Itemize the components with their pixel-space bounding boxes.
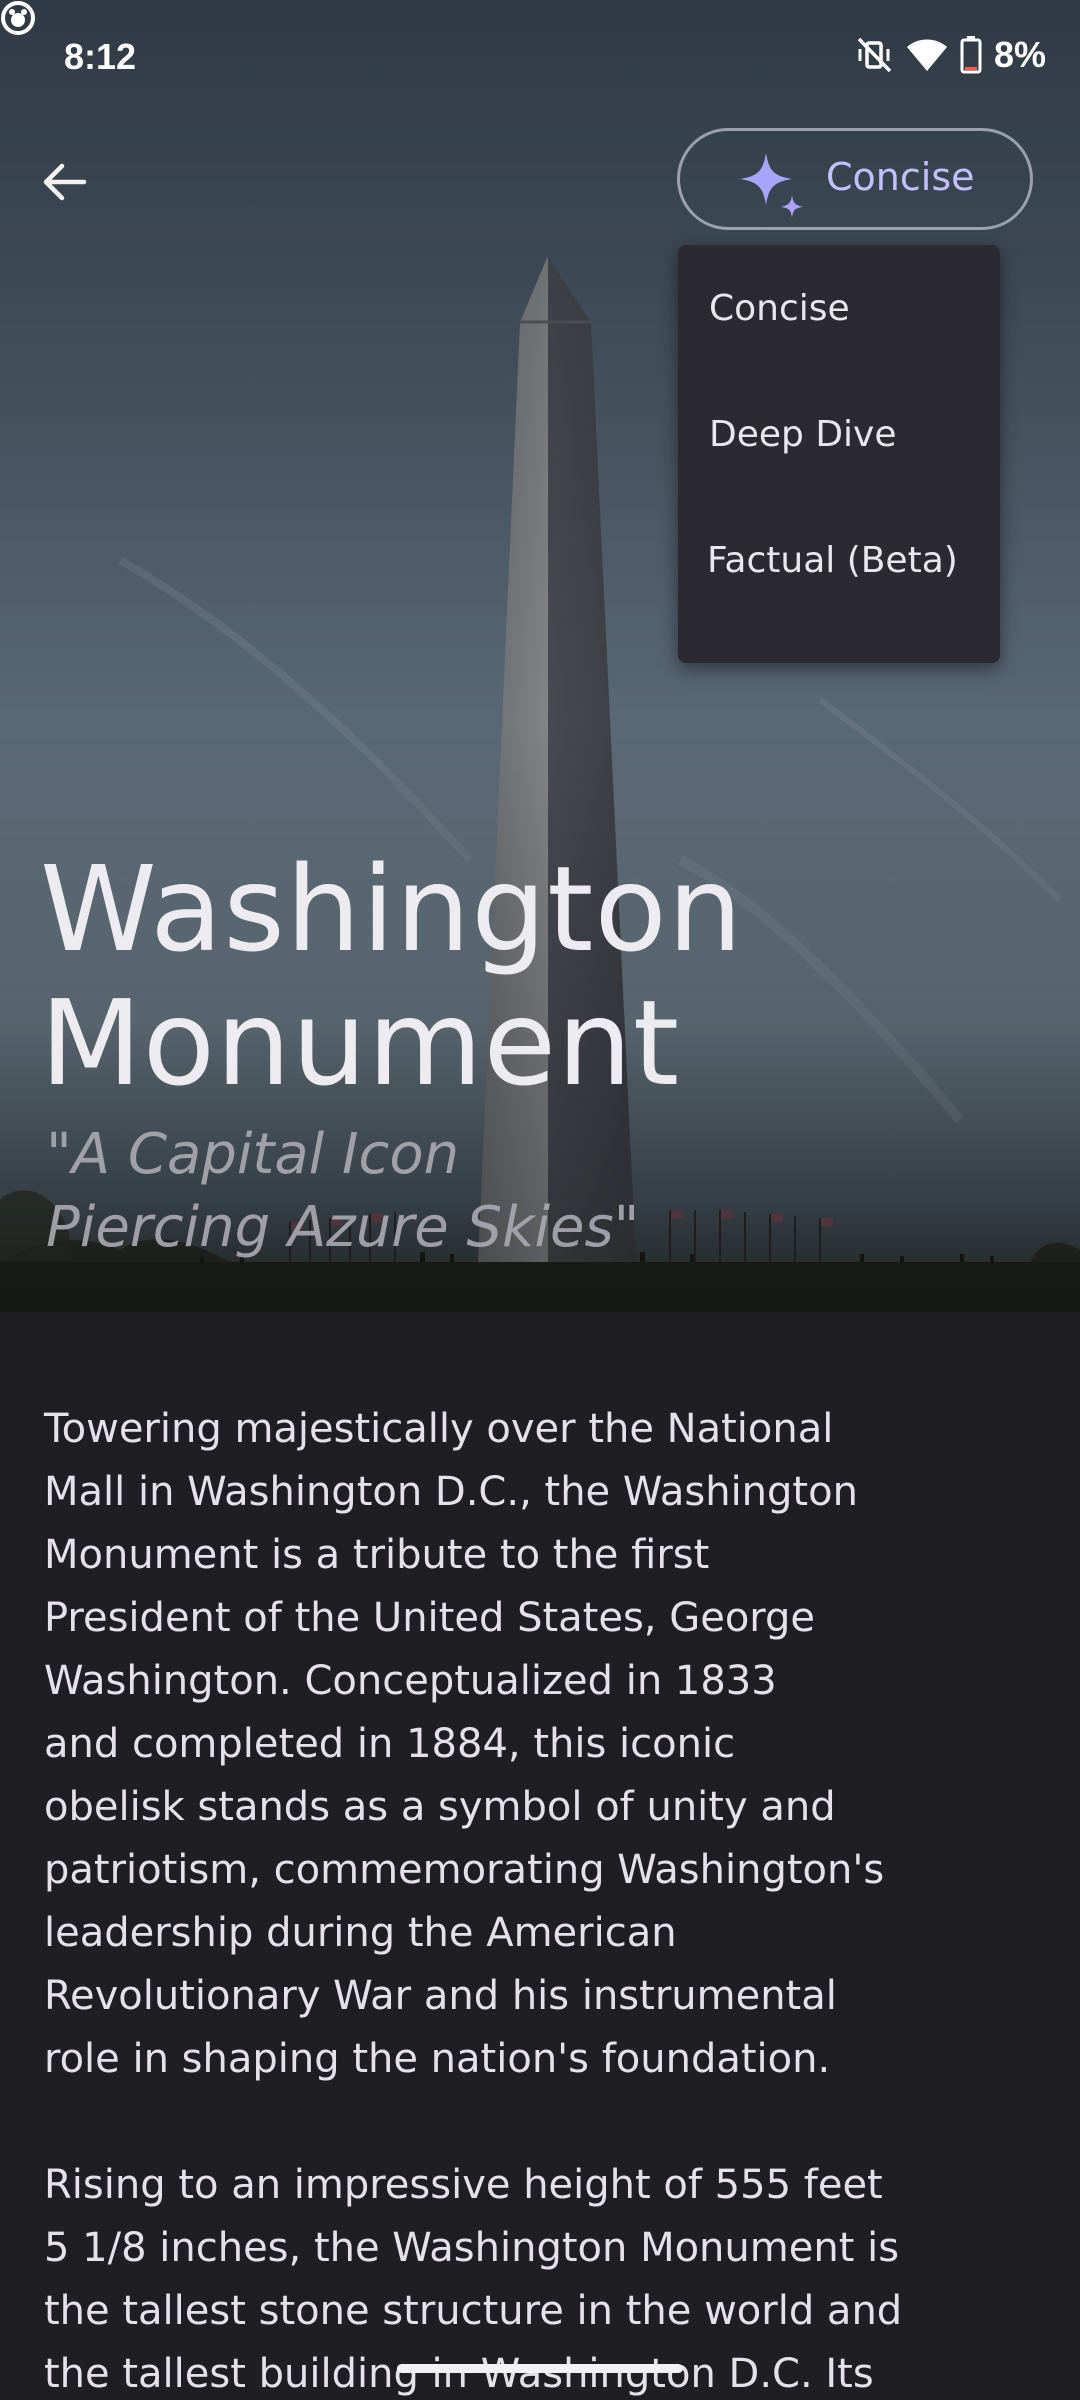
status-bar: 8:12 8% <box>0 0 1080 118</box>
back-button[interactable] <box>30 148 98 216</box>
article-body: Towering majestically over the National … <box>0 1312 1080 2400</box>
vibrate-off-icon <box>857 37 892 73</box>
mode-chip-label: Concise <box>826 155 975 199</box>
subtitle-line-2: Piercing Azure Skies" <box>46 1195 640 1260</box>
article-paragraph-1: Towering majestically over the National … <box>44 1406 885 2082</box>
subtitle-line-1: "A Capital Icon <box>46 1122 460 1187</box>
title-line-2: Monument <box>40 974 681 1112</box>
page-subtitle: "A Capital Icon Piercing Azure Skies" <box>46 1118 639 1264</box>
status-time: 8:12 <box>64 36 137 77</box>
battery-icon <box>960 36 982 74</box>
arrow-back-icon <box>43 163 87 201</box>
battery-percent: 8% <box>993 34 1046 75</box>
page-title: Washington Monument <box>40 842 743 1110</box>
status-icons: 8% <box>854 32 1046 78</box>
wifi-icon <box>906 39 947 71</box>
mode-dropdown-menu: Concise Deep Dive Factual (Beta) <box>678 245 1000 663</box>
sparkle-icon <box>740 153 803 218</box>
mode-selector-chip[interactable]: Concise <box>677 128 1033 230</box>
gesture-nav-handle[interactable] <box>397 2364 683 2373</box>
title-line-1: Washington <box>40 840 744 978</box>
menu-item-factual-beta[interactable]: Factual (Beta) <box>678 497 1000 623</box>
menu-item-concise[interactable]: Concise <box>678 245 1000 371</box>
app-notification-icon <box>1 1 35 35</box>
menu-item-deep-dive[interactable]: Deep Dive <box>678 371 1000 497</box>
